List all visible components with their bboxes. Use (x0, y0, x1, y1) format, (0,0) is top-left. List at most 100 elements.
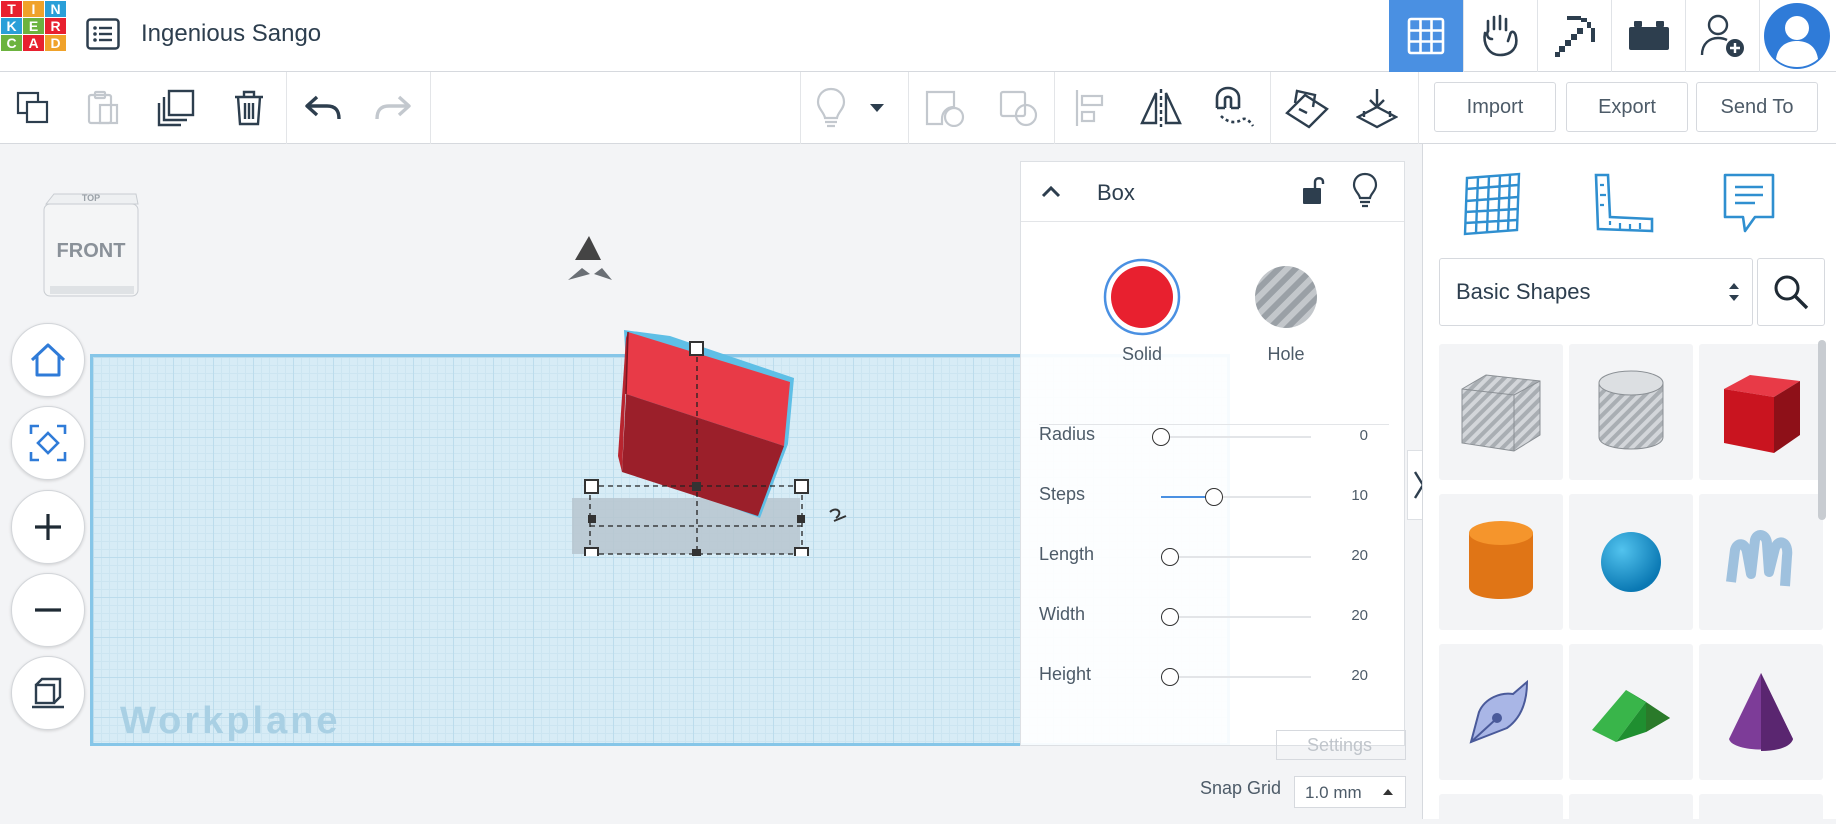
zoom-in-button[interactable] (11, 490, 85, 564)
duplicate-icon[interactable] (152, 84, 202, 132)
sort-arrows-icon (1729, 283, 1739, 301)
prop-label-width: Width (1039, 604, 1086, 624)
prop-slider-steps[interactable] (1161, 488, 1311, 506)
slider-knob[interactable] (1161, 548, 1179, 566)
prop-slider-radius[interactable] (1152, 428, 1311, 446)
ungroup-icon (994, 84, 1044, 132)
shape-tile-partial[interactable] (1699, 794, 1823, 824)
logo-letter: N (45, 1, 66, 17)
align-icon (1066, 84, 1116, 132)
slider-knob[interactable] (1161, 608, 1179, 626)
paste-icon (78, 84, 128, 132)
workplane-label: Workplane (120, 700, 341, 742)
shape-category-value: Basic Shapes (1456, 279, 1591, 304)
chevron-down-icon[interactable] (862, 84, 892, 132)
box-shape[interactable] (1699, 344, 1823, 480)
shape-category-select[interactable]: Basic Shapes (1439, 258, 1753, 326)
grid-view-icon[interactable] (1453, 164, 1533, 244)
unlock-icon[interactable] (1299, 174, 1329, 208)
workplane-tool-icon[interactable] (1282, 84, 1332, 132)
view-cube[interactable]: TOP FRONT (40, 190, 142, 300)
design-list-icon[interactable] (86, 18, 120, 50)
toolbar-divider (1054, 72, 1055, 144)
lift-arrow-icon (575, 236, 601, 260)
ortho-perspective-button[interactable] (11, 656, 85, 730)
undo-icon[interactable] (298, 84, 348, 132)
import-button[interactable]: Import (1434, 82, 1556, 132)
prop-value-steps[interactable]: 10 (1351, 487, 1368, 504)
send-to-button[interactable]: Send To (1696, 82, 1818, 132)
prop-value-height[interactable]: 20 (1351, 667, 1368, 684)
snap-grid-label: Snap Grid (1200, 778, 1282, 798)
shape-search-icon[interactable] (1757, 258, 1825, 326)
home-view-button[interactable] (11, 323, 85, 397)
collapse-chevron-up-icon[interactable] (1035, 176, 1067, 208)
copy-icon[interactable] (8, 84, 58, 132)
logo-letter: K (1, 18, 22, 34)
slider-knob[interactable] (1152, 428, 1170, 446)
logo-letter: C (1, 35, 22, 51)
prop-slider-width[interactable] (1161, 608, 1311, 626)
cylinder-shape[interactable] (1439, 494, 1563, 630)
toolbar-divider (1418, 72, 1419, 144)
user-avatar[interactable] (1759, 0, 1833, 72)
roof-shape[interactable] (1569, 644, 1693, 780)
top-bar: T I N K E R C A D Ingenious Sango (0, 0, 1836, 72)
library-scrollbar[interactable] (1818, 340, 1826, 520)
cone-shape[interactable] (1699, 644, 1823, 780)
snap-grid-select[interactable]: 1.0 mm (1294, 776, 1406, 808)
inspector-header: Box (1021, 162, 1404, 222)
lego-brick-icon[interactable] (1611, 0, 1685, 72)
group-icon (920, 84, 970, 132)
codeblocks-icon[interactable] (1463, 0, 1537, 72)
shape-tile-partial[interactable] (1439, 794, 1563, 824)
cruise-magnet-icon[interactable] (1208, 84, 1258, 132)
logo-letter: D (45, 35, 66, 51)
hole-swatch[interactable] (1249, 260, 1323, 334)
zoom-out-button[interactable] (11, 573, 85, 647)
lightbulb-icon[interactable] (1351, 172, 1379, 208)
solid-label[interactable]: Solid (1092, 344, 1192, 365)
cylinder-hole-shape[interactable] (1569, 344, 1693, 480)
prop-value-width[interactable]: 20 (1351, 607, 1368, 624)
shape-library-panel: Basic Shapes (1422, 144, 1836, 824)
prop-value-radius[interactable]: 0 (1360, 427, 1368, 444)
prop-value-length[interactable]: 20 (1351, 547, 1368, 564)
hole-label[interactable]: Hole (1236, 344, 1336, 365)
show-all-lightbulb-icon (806, 84, 856, 132)
toolbar-divider (286, 72, 287, 144)
prop-slider-length[interactable] (1161, 548, 1311, 566)
logo-letter: A (23, 35, 44, 51)
minecraft-pickaxe-icon[interactable] (1537, 0, 1611, 72)
solid-color-swatch[interactable] (1103, 258, 1181, 336)
drop-to-workplane-icon[interactable] (1352, 84, 1402, 132)
redo-icon (368, 84, 418, 132)
export-button[interactable]: Export (1566, 82, 1688, 132)
prop-slider-height[interactable] (1161, 668, 1311, 686)
ruler-icon[interactable] (1583, 164, 1663, 244)
slider-knob[interactable] (1204, 488, 1223, 506)
prop-label-height: Height (1039, 664, 1092, 684)
snap-grid-value: 1.0 mm (1305, 783, 1362, 802)
tinkercad-logo[interactable]: T I N K E R C A D (1, 1, 67, 67)
scribble-shape[interactable] (1699, 494, 1823, 630)
logo-letter: T (1, 1, 22, 17)
delete-trash-icon[interactable] (224, 84, 274, 132)
shape-tile-partial[interactable] (1569, 794, 1693, 824)
mirror-icon[interactable] (1136, 84, 1186, 132)
settings-button[interactable]: Settings (1276, 730, 1406, 760)
project-title[interactable]: Ingenious Sango (141, 20, 321, 48)
fit-view-button[interactable] (11, 406, 85, 480)
notes-comment-icon[interactable] (1709, 164, 1789, 244)
box-hole-shape[interactable] (1439, 344, 1563, 480)
top-nav (1389, 0, 1833, 72)
3d-design-grid-icon[interactable] (1389, 0, 1463, 72)
toolbar-divider (800, 72, 801, 144)
selected-box-object[interactable] (560, 236, 860, 556)
slider-knob[interactable] (1161, 668, 1179, 686)
invite-user-icon[interactable] (1685, 0, 1759, 72)
sphere-shape[interactable] (1569, 494, 1693, 630)
prop-label-steps: Steps (1039, 484, 1086, 504)
pen-shape[interactable] (1439, 644, 1563, 780)
prop-label-length: Length (1039, 544, 1095, 564)
